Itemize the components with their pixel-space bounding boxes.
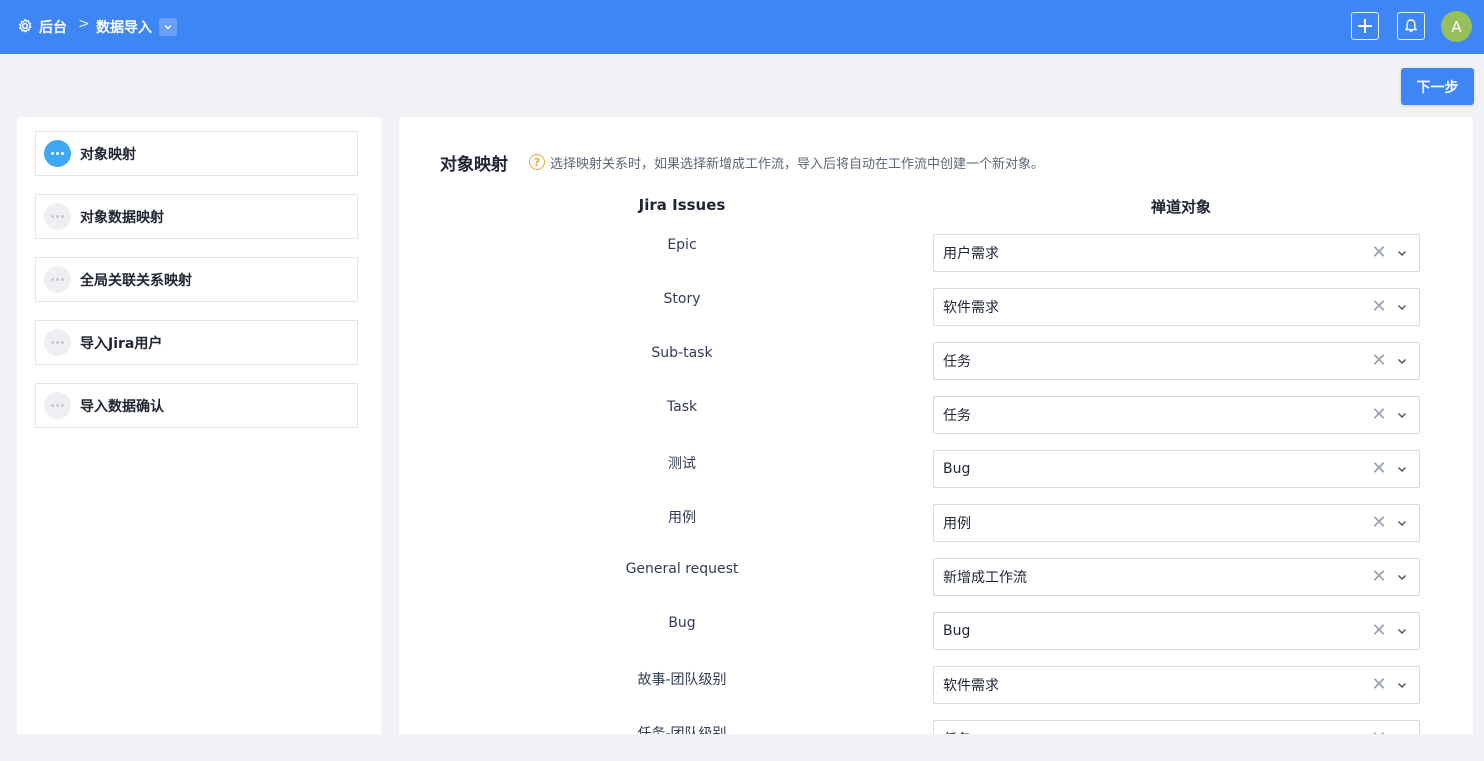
step-label: 导入数据确认 [80, 398, 164, 415]
chevron-down-icon[interactable] [1395, 516, 1409, 530]
zentao-object-select[interactable]: Bug ✕ [933, 450, 1420, 488]
zentao-object-select[interactable]: 新增成工作流 ✕ [933, 558, 1420, 596]
zentao-object-select[interactable]: Bug ✕ [933, 612, 1420, 650]
breadcrumb-separator: > [78, 16, 90, 32]
chevron-down-icon[interactable] [1395, 246, 1409, 260]
step-import-jira-users[interactable]: 导入Jira用户 [35, 320, 358, 365]
chevron-down-icon[interactable] [1395, 408, 1409, 422]
table-row: Epic 用户需求 ✕ [399, 234, 1473, 272]
page-title: 对象映射 [440, 155, 508, 175]
clear-icon[interactable]: ✕ [1370, 460, 1388, 478]
zentao-object-select[interactable]: 任务 ✕ [933, 342, 1420, 380]
column-header-jira-issues: Jira Issues [638, 196, 726, 214]
jira-issue-type: 测试 [668, 456, 696, 472]
step-label: 导入Jira用户 [80, 335, 163, 352]
breadcrumb-current[interactable]: 数据导入 [96, 17, 152, 37]
zentao-object-select[interactable]: 任务 ✕ [933, 396, 1420, 434]
more-dots-icon [44, 266, 71, 293]
more-dots-icon [44, 203, 71, 230]
table-row: Bug Bug ✕ [399, 612, 1473, 650]
select-value: 任务 [943, 729, 1419, 734]
chevron-down-icon [164, 25, 172, 30]
clear-icon[interactable]: ✕ [1370, 298, 1388, 316]
top-bar: 后台 > 数据导入 A [0, 0, 1484, 54]
more-dots-icon [44, 329, 71, 356]
zentao-object-select[interactable]: 软件需求 ✕ [933, 288, 1420, 326]
breadcrumb-dropdown-button[interactable] [159, 18, 177, 36]
jira-issue-type: 故事-团队级别 [637, 672, 727, 688]
jira-issue-type: 任务-团队级别 [637, 726, 727, 734]
select-value: Bug [943, 623, 971, 639]
jira-issue-type: Epic [667, 237, 697, 253]
add-button[interactable] [1351, 12, 1379, 40]
bell-icon [1405, 19, 1417, 32]
gear-icon[interactable] [17, 18, 33, 34]
breadcrumb-home[interactable]: 后台 [39, 17, 67, 37]
question-icon: ? [529, 154, 545, 170]
notification-button[interactable] [1397, 12, 1425, 40]
clear-icon[interactable]: ✕ [1370, 730, 1388, 735]
select-value: 任务 [943, 408, 971, 424]
zentao-object-select[interactable]: 用例 ✕ [933, 504, 1420, 542]
table-row: Task 任务 ✕ [399, 396, 1473, 434]
step-label: 全局关联关系映射 [80, 272, 192, 289]
clear-icon[interactable]: ✕ [1370, 514, 1388, 532]
clear-icon[interactable]: ✕ [1370, 622, 1388, 640]
chevron-down-icon[interactable] [1395, 462, 1409, 476]
chevron-down-icon[interactable] [1395, 354, 1409, 368]
avatar[interactable]: A [1441, 11, 1472, 42]
clear-icon[interactable]: ✕ [1370, 676, 1388, 694]
step-import-data-confirm[interactable]: 导入数据确认 [35, 383, 358, 428]
table-row: Story 软件需求 ✕ [399, 288, 1473, 326]
zentao-object-select[interactable]: 任务✕ [933, 720, 1420, 734]
clear-icon[interactable]: ✕ [1370, 568, 1388, 586]
step-label: 对象数据映射 [80, 209, 164, 226]
chevron-down-icon[interactable] [1395, 678, 1409, 692]
chevron-down-icon[interactable] [1395, 732, 1409, 734]
select-value: 新增成工作流 [943, 570, 1027, 586]
select-value: 软件需求 [943, 678, 999, 694]
select-value: 用例 [943, 516, 971, 532]
step-panel: 对象映射 对象数据映射 全局关联关系映射 导入Jira用户 导入数据确认 [17, 117, 381, 734]
step-label: 对象映射 [80, 146, 136, 163]
table-row: Sub-task 任务 ✕ [399, 342, 1473, 380]
table-row: 任务-团队级别 任务✕ [399, 720, 1473, 734]
more-dots-icon [44, 392, 71, 419]
step-object-data-mapping[interactable]: 对象数据映射 [35, 194, 358, 239]
zentao-object-select[interactable]: 软件需求 ✕ [933, 666, 1420, 704]
column-header-zentao-objects: 禅道对象 [1150, 198, 1211, 216]
jira-issue-type: 用例 [668, 510, 696, 526]
hint-text: 选择映射关系时，如果选择新增成工作流，导入后将自动在工作流中创建一个新对象。 [550, 157, 1045, 172]
chevron-down-icon[interactable] [1395, 624, 1409, 638]
select-value: 用户需求 [943, 246, 999, 262]
clear-icon[interactable]: ✕ [1370, 406, 1388, 424]
chevron-down-icon[interactable] [1395, 300, 1409, 314]
select-value: Bug [943, 461, 971, 477]
jira-issue-type: General request [625, 561, 739, 577]
clear-icon[interactable]: ✕ [1370, 244, 1388, 262]
next-step-button[interactable]: 下一步 [1401, 68, 1474, 105]
select-value: 软件需求 [943, 300, 999, 316]
jira-issue-type: Story [663, 291, 701, 307]
step-object-mapping[interactable]: 对象映射 [35, 131, 358, 176]
jira-issue-type: Task [666, 399, 698, 415]
jira-issue-type: Bug [668, 615, 696, 631]
step-global-relation-mapping[interactable]: 全局关联关系映射 [35, 257, 358, 302]
jira-issue-type: Sub-task [651, 345, 713, 361]
table-row: 测试 Bug ✕ [399, 450, 1473, 488]
mapping-panel: 对象映射 ? 选择映射关系时，如果选择新增成工作流，导入后将自动在工作流中创建一… [399, 117, 1473, 734]
more-dots-icon [44, 140, 71, 167]
table-row: 故事-团队级别 软件需求 ✕ [399, 666, 1473, 704]
zentao-object-select[interactable]: 用户需求 ✕ [933, 234, 1420, 272]
table-row: General request 新增成工作流 ✕ [399, 558, 1473, 596]
plus-icon [1358, 19, 1372, 33]
select-value: 任务 [943, 354, 971, 370]
table-row: 用例 用例 ✕ [399, 504, 1473, 542]
clear-icon[interactable]: ✕ [1370, 352, 1388, 370]
chevron-down-icon[interactable] [1395, 570, 1409, 584]
